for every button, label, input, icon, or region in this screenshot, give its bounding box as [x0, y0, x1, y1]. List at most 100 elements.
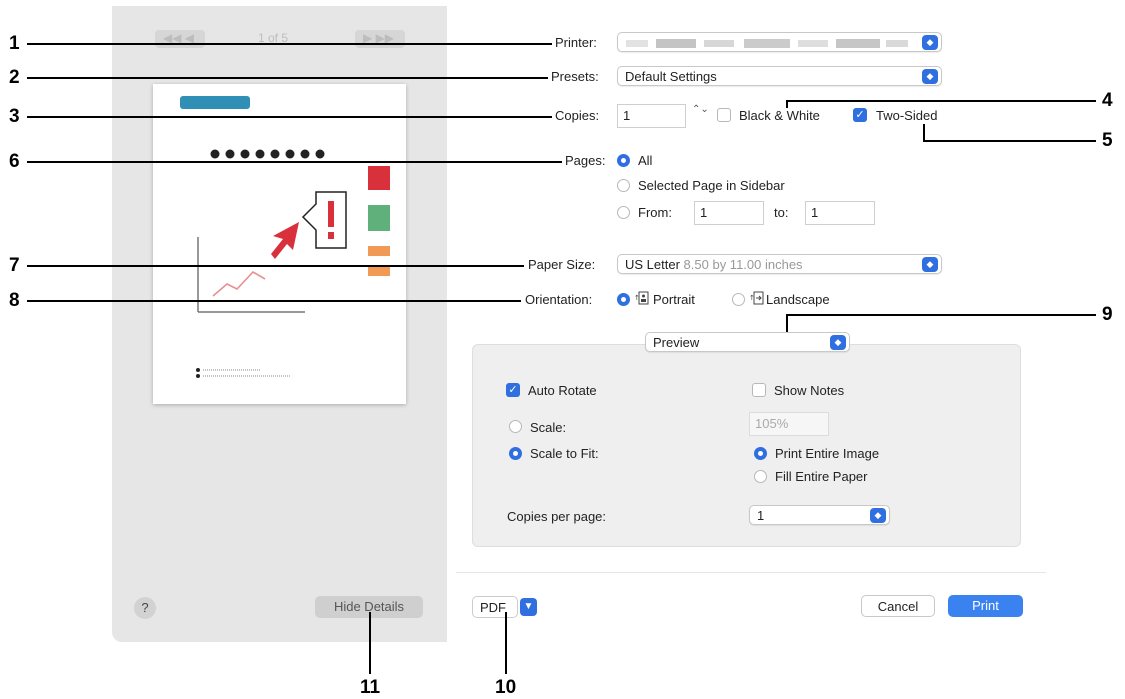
scale-to-fit-label: Scale to Fit:: [530, 446, 599, 461]
callout-4: 4: [1102, 90, 1113, 111]
portrait-radio[interactable]: [617, 293, 630, 306]
preview-alert-bubble: [301, 191, 347, 249]
chevron-updown-icon: ◆: [922, 35, 938, 50]
bottom-divider: [456, 572, 1046, 573]
callout-6: 6: [9, 151, 20, 172]
callout-7-line: [27, 265, 524, 267]
pdf-label: PDF: [480, 600, 506, 615]
preview-dots: [210, 149, 325, 159]
callout-1: 1: [9, 33, 20, 54]
callout-9-tick: [786, 314, 788, 332]
callout-5: 5: [1102, 130, 1113, 151]
presets-popup[interactable]: Default Settings ◆: [617, 66, 942, 86]
chevron-updown-icon: ◆: [922, 257, 938, 272]
callout-8: 8: [9, 290, 20, 311]
copies-label: Copies:: [555, 108, 600, 123]
two-sided-checkbox[interactable]: ✓: [853, 108, 867, 122]
preview-trend-line: [212, 270, 266, 297]
preview-orange-bar: [368, 246, 390, 256]
copies-per-page-value: 1: [757, 508, 765, 523]
callout-2: 2: [9, 67, 20, 88]
chevron-updown-icon: ◆: [830, 335, 846, 350]
presets-value: Default Settings: [625, 69, 717, 84]
scale-field[interactable]: 105%: [749, 412, 829, 436]
callout-11: 11: [360, 677, 381, 698]
printer-popup[interactable]: ◆: [617, 32, 942, 52]
copies-stepper[interactable]: ⌃⌄: [692, 104, 709, 128]
black-white-checkbox[interactable]: [717, 108, 731, 122]
callout-2-line: [27, 77, 548, 79]
chevron-down-icon[interactable]: ▼: [520, 598, 537, 616]
preview-alert-mark: [328, 201, 334, 227]
fill-entire-paper-label: Fill Entire Paper: [775, 469, 868, 484]
scale-to-fit-radio[interactable]: [509, 447, 522, 460]
callout-9: 9: [1102, 304, 1113, 325]
landscape-icon: ↑: [749, 291, 764, 305]
copies-field[interactable]: 1: [617, 104, 686, 128]
section-popup[interactable]: Preview ◆: [645, 332, 850, 352]
preview-arrow: [271, 222, 299, 259]
print-entire-image-label: Print Entire Image: [775, 446, 880, 461]
callout-9-line: [786, 314, 1096, 316]
preview-blue-bar: [180, 96, 250, 109]
black-white-label: Black & White: [739, 108, 820, 123]
auto-rotate-label: Auto Rotate: [528, 383, 597, 398]
portrait-icon: ↑: [634, 291, 649, 305]
callout-5-tick: [923, 124, 925, 141]
scale-radio[interactable]: [509, 420, 522, 433]
paper-size-value: US Letter: [625, 257, 680, 272]
pages-from-label: From:: [638, 205, 672, 220]
callout-8-line: [27, 300, 521, 302]
chevron-updown-icon: ◆: [922, 69, 938, 84]
paper-size-popup[interactable]: US Letter 8.50 by 11.00 inches ◆: [617, 254, 942, 274]
callout-6-line: [27, 161, 562, 163]
pages-from-field[interactable]: 1: [694, 201, 764, 225]
copies-per-page-popup[interactable]: 1 ◆: [749, 505, 890, 525]
pages-selected-label: Selected Page in Sidebar: [638, 178, 785, 193]
pages-to-label: to:: [774, 205, 789, 220]
portrait-label: Portrait: [653, 292, 695, 307]
callout-10-line: [505, 612, 507, 674]
callout-3: 3: [9, 106, 20, 127]
callout-10: 10: [495, 677, 517, 698]
auto-rotate-checkbox[interactable]: ✓: [506, 383, 520, 397]
printer-label: Printer:: [555, 35, 597, 50]
copies-per-page-label: Copies per page:: [507, 509, 607, 524]
preview-illustration: [180, 96, 390, 378]
landscape-radio[interactable]: [732, 293, 745, 306]
scale-label: Scale:: [530, 420, 567, 435]
help-button[interactable]: ?: [134, 597, 156, 619]
print-entire-image-radio[interactable]: [754, 447, 767, 460]
show-notes-checkbox[interactable]: [752, 383, 766, 397]
callout-11-line: [369, 612, 371, 674]
preview-red-bar: [368, 166, 390, 190]
pages-selected-radio[interactable]: [617, 179, 630, 192]
callout-4-line: [786, 100, 1096, 102]
chevron-updown-icon: ◆: [870, 508, 886, 523]
callout-4-tick: [786, 100, 788, 108]
landscape-label: Landscape: [766, 292, 830, 307]
orientation-label: Orientation:: [525, 292, 593, 307]
page-preview: [153, 84, 406, 404]
preview-orange-bar-2: [368, 266, 390, 276]
pages-all-radio[interactable]: [617, 154, 630, 167]
preview-green-bar: [368, 205, 390, 231]
presets-label: Presets:: [551, 69, 599, 84]
pages-from-radio[interactable]: [617, 206, 630, 219]
callout-7: 7: [9, 255, 20, 276]
printer-name-blurred: [626, 39, 908, 48]
callout-3-line: [27, 116, 552, 118]
paper-size-detail: 8.50 by 11.00 inches: [683, 257, 803, 272]
show-notes-label: Show Notes: [774, 383, 845, 398]
pages-to-field[interactable]: 1: [805, 201, 875, 225]
callout-5-line: [923, 140, 1096, 142]
paper-size-label: Paper Size:: [528, 257, 596, 272]
cancel-button[interactable]: Cancel: [861, 595, 935, 617]
two-sided-label: Two-Sided: [876, 108, 938, 123]
pdf-menu-button[interactable]: PDF: [472, 596, 518, 618]
section-popup-value: Preview: [653, 335, 700, 350]
callout-1-line: [27, 43, 552, 45]
pages-label: Pages:: [565, 153, 606, 168]
print-button[interactable]: Print: [948, 595, 1023, 617]
fill-entire-paper-radio[interactable]: [754, 470, 767, 483]
